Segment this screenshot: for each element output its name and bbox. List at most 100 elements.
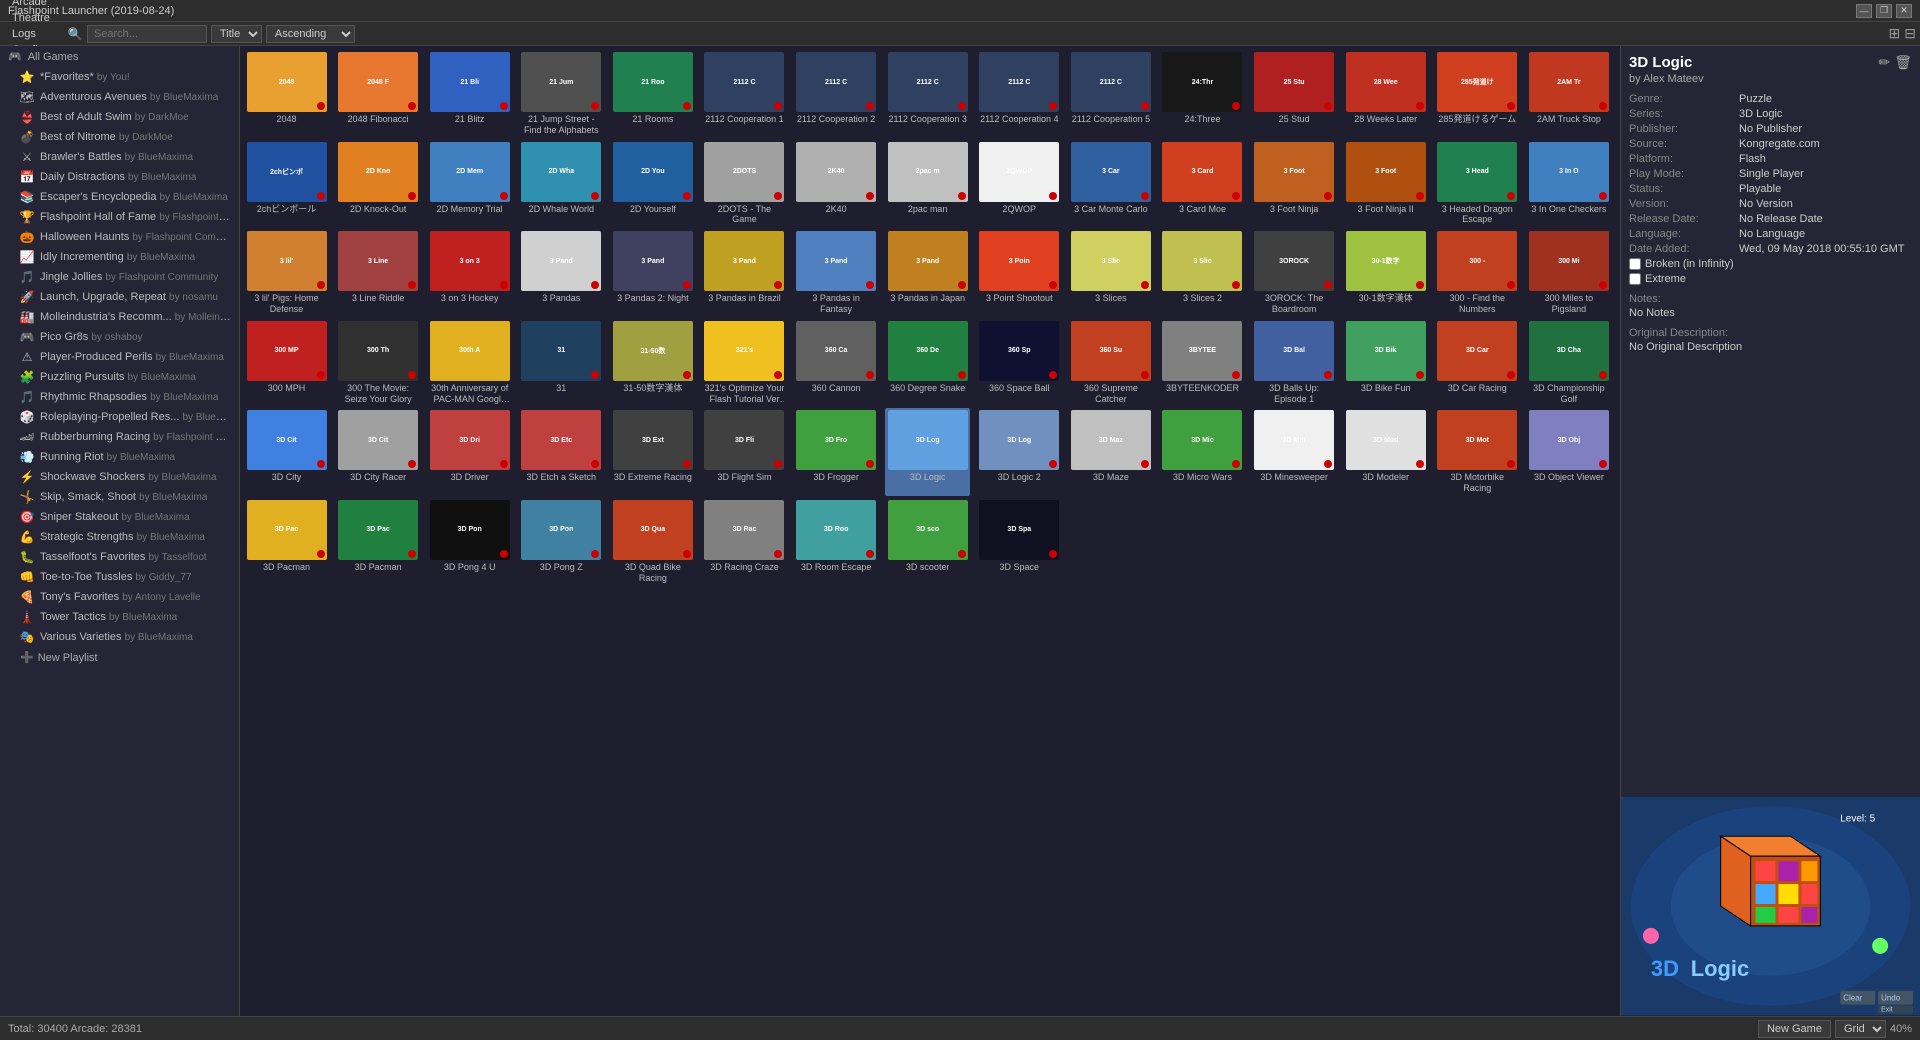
game-cell-47[interactable]: 300 Th300 The Movie: Seize Your Glory xyxy=(336,319,421,407)
game-cell-2[interactable]: 2048 F2048 Fibonacci xyxy=(336,50,421,138)
menu-item-arcade[interactable]: Arcade xyxy=(4,0,58,10)
game-cell-54[interactable]: 360 Sp360 Space Ball xyxy=(977,319,1062,407)
game-cell-28[interactable]: 3 Foot3 Foot Ninja II xyxy=(1343,140,1428,228)
game-cell-50[interactable]: 31-50数31-50数字漢体 xyxy=(610,319,695,407)
game-cell-6[interactable]: 2112 C2112 Cooperation 1 xyxy=(702,50,787,138)
delete-button[interactable]: 🗑 xyxy=(1894,54,1912,71)
game-cell-39[interactable]: 3 Poin3 Point Shootout xyxy=(977,229,1062,317)
game-cell-42[interactable]: 3OROCK3OROCK: The Boardroom xyxy=(1252,229,1337,317)
sort-order-select[interactable]: Ascending Descending xyxy=(266,25,355,43)
sidebar-item-26[interactable]: 🍕Tony's Favorites by Antony Lavelle xyxy=(0,587,239,607)
game-cell-40[interactable]: 3 Slic3 Slices xyxy=(1068,229,1153,317)
game-cell-29[interactable]: 3 Head3 Headed Dragon Escape xyxy=(1435,140,1520,228)
game-cell-51[interactable]: 321's 321's Optimize Your Flash Tutorial… xyxy=(702,319,787,407)
broken-checkbox[interactable] xyxy=(1629,258,1641,270)
game-cell-9[interactable]: 2112 C2112 Cooperation 4 xyxy=(977,50,1062,138)
game-cell-13[interactable]: 28 Wee28 Weeks Later xyxy=(1343,50,1428,138)
game-cell-38[interactable]: 3 Pand3 Pandas in Japan xyxy=(885,229,970,317)
game-cell-20[interactable]: 2D You2D Yourself xyxy=(610,140,695,228)
extreme-checkbox[interactable] xyxy=(1629,273,1641,285)
view-select[interactable]: Grid List xyxy=(1835,1020,1886,1038)
sidebar-item-0[interactable]: ⭐*Favorites* by You! xyxy=(0,67,239,87)
game-cell-65[interactable]: 3D Ext3D Extreme Racing xyxy=(610,408,695,496)
game-cell-59[interactable]: 3D Car3D Car Racing xyxy=(1435,319,1520,407)
sidebar-item-14[interactable]: ⚠Player-Produced Perils by BlueMaxima xyxy=(0,347,239,367)
minimize-button[interactable]: — xyxy=(1856,4,1872,18)
game-cell-37[interactable]: 3 Pand3 Pandas in Fantasy xyxy=(794,229,879,317)
new-playlist-button[interactable]: ➕ New Playlist xyxy=(0,647,239,668)
game-cell-23[interactable]: 2pac m2pac man xyxy=(885,140,970,228)
edit-button[interactable]: ✏ xyxy=(1878,54,1890,71)
game-cell-3[interactable]: 21 Bli21 Blitz xyxy=(427,50,512,138)
sidebar-item-17[interactable]: 🎲Roleplaying-Propelled Res... by BlueMax… xyxy=(0,407,239,427)
sort-field-select[interactable]: Title xyxy=(211,25,262,43)
game-cell-69[interactable]: 3D Log3D Logic 2 xyxy=(977,408,1062,496)
sidebar-item-24[interactable]: 🐛Tasselfoot's Favorites by Tasselfoot xyxy=(0,547,239,567)
all-games-item[interactable]: 🎮 All Games xyxy=(0,46,239,67)
game-cell-4[interactable]: 21 Jum21 Jump Street - Find the Alphabet… xyxy=(519,50,604,138)
game-cell-26[interactable]: 3 Card3 Card Moe xyxy=(1160,140,1245,228)
game-cell-43[interactable]: 30-1数字30-1数字漢体 xyxy=(1343,229,1428,317)
game-cell-16[interactable]: 2chビンポ2chビンポール xyxy=(244,140,329,228)
sidebar-item-2[interactable]: 👙Best of Adult Swim by DarkMoe xyxy=(0,107,239,127)
game-cell-82[interactable]: 3D Roo3D Room Escape xyxy=(794,498,879,586)
game-cell-35[interactable]: 3 Pand3 Pandas 2: Night xyxy=(610,229,695,317)
sidebar-item-1[interactable]: 🗺Adventurous Avenues by BlueMaxima xyxy=(0,87,239,107)
game-cell-73[interactable]: 3D Mod3D Modeler xyxy=(1343,408,1428,496)
game-cell-33[interactable]: 3 on 33 on 3 Hockey xyxy=(427,229,512,317)
game-cell-75[interactable]: 3D Obj3D Object Viewer xyxy=(1526,408,1611,496)
game-cell-76[interactable]: 3D Pac3D Pacman xyxy=(244,498,329,586)
game-cell-10[interactable]: 2112 C2112 Cooperation 5 xyxy=(1068,50,1153,138)
game-cell-66[interactable]: 3D Fli3D Flight Sim xyxy=(702,408,787,496)
sidebar-item-8[interactable]: 🎃Halloween Haunts by Flashpoint Communit… xyxy=(0,227,239,247)
game-cell-41[interactable]: 3 Slic3 Slices 2 xyxy=(1160,229,1245,317)
sidebar-item-20[interactable]: ⚡Shockwave Shockers by BlueMaxima xyxy=(0,467,239,487)
game-cell-1[interactable]: 20482048 xyxy=(244,50,329,138)
game-cell-34[interactable]: 3 Pand3 Pandas xyxy=(519,229,604,317)
game-cell-72[interactable]: 3D Min3D Minesweeper xyxy=(1252,408,1337,496)
game-cell-11[interactable]: 24:Thr24:Three xyxy=(1160,50,1245,138)
sidebar-item-12[interactable]: 🏭Molleindustria's Recomm... by Molleind.… xyxy=(0,307,239,327)
game-cell-53[interactable]: 360 De360 Degree Snake xyxy=(885,319,970,407)
game-cell-46[interactable]: 300 MP300 MPH xyxy=(244,319,329,407)
game-cell-70[interactable]: 3D Maz3D Maze xyxy=(1068,408,1153,496)
game-cell-44[interactable]: 300 - 300 - Find the Numbers xyxy=(1435,229,1520,317)
search-input[interactable] xyxy=(87,25,207,43)
game-cell-83[interactable]: 3D sco3D scooter xyxy=(885,498,970,586)
game-cell-22[interactable]: 2K402K40 xyxy=(794,140,879,228)
game-cell-21[interactable]: 2DOTS 2DOTS - The Game xyxy=(702,140,787,228)
game-cell-58[interactable]: 3D Bik3D Bike Fun xyxy=(1343,319,1428,407)
sidebar-item-21[interactable]: 🤸Skip, Smack, Shoot by BlueMaxima xyxy=(0,487,239,507)
game-cell-27[interactable]: 3 Foot3 Foot Ninja xyxy=(1252,140,1337,228)
game-cell-71[interactable]: 3D Mic3D Micro Wars xyxy=(1160,408,1245,496)
game-cell-61[interactable]: 3D Cit3D City xyxy=(244,408,329,496)
sidebar-item-7[interactable]: 🏆Flashpoint Hall of Fame by Flashpoint S… xyxy=(0,207,239,227)
sidebar-item-15[interactable]: 🧩Puzzling Pursuits by BlueMaxima xyxy=(0,367,239,387)
game-cell-36[interactable]: 3 Pand3 Pandas in Brazil xyxy=(702,229,787,317)
game-cell-49[interactable]: 3131 xyxy=(519,319,604,407)
game-cell-15[interactable]: 2AM Tr2AM Truck Stop xyxy=(1526,50,1611,138)
game-cell-63[interactable]: 3D Dri3D Driver xyxy=(427,408,512,496)
menu-item-theatre[interactable]: Theatre xyxy=(4,10,58,26)
sidebar-item-10[interactable]: 🎵Jingle Jollies by Flashpoint Community xyxy=(0,267,239,287)
game-cell-60[interactable]: 3D Cha3D Championship Golf xyxy=(1526,319,1611,407)
game-cell-68[interactable]: 3D Log3D Logic xyxy=(885,408,970,496)
sidebar-item-22[interactable]: 🎯Sniper Stakeout by BlueMaxima xyxy=(0,507,239,527)
game-cell-7[interactable]: 2112 C2112 Cooperation 2 xyxy=(794,50,879,138)
sidebar-item-4[interactable]: ⚔Brawler's Battles by BlueMaxima xyxy=(0,147,239,167)
game-grid-area[interactable]: 204820482048 F2048 Fibonacci21 Bli21 Bli… xyxy=(240,46,1620,1016)
game-cell-80[interactable]: 3D Qua3D Quad Bike Racing xyxy=(610,498,695,586)
game-cell-18[interactable]: 2D Mem2D Memory Trial xyxy=(427,140,512,228)
sidebar-item-18[interactable]: 🏎Rubberburning Racing by Flashpoint Staf… xyxy=(0,427,239,447)
game-cell-81[interactable]: 3D Rac3D Racing Craze xyxy=(702,498,787,586)
game-cell-62[interactable]: 3D Cit3D City Racer xyxy=(336,408,421,496)
game-cell-77[interactable]: 3D Pac3D Pacman xyxy=(336,498,421,586)
game-cell-67[interactable]: 3D Fro3D Frogger xyxy=(794,408,879,496)
sidebar-item-19[interactable]: 💨Running Riot by BlueMaxima xyxy=(0,447,239,467)
game-cell-14[interactable]: 285発道け285発道けるゲーム xyxy=(1435,50,1520,138)
sidebar-item-5[interactable]: 📅Daily Distractions by BlueMaxima xyxy=(0,167,239,187)
game-cell-55[interactable]: 360 Su360 Supreme Catcher xyxy=(1068,319,1153,407)
sidebar-item-28[interactable]: 🎭Various Varieties by BlueMaxima xyxy=(0,627,239,647)
game-cell-25[interactable]: 3 Car 3 Car Monte Carlo xyxy=(1068,140,1153,228)
game-cell-48[interactable]: 30th A30th Anniversary of PAC-MAN Google… xyxy=(427,319,512,407)
